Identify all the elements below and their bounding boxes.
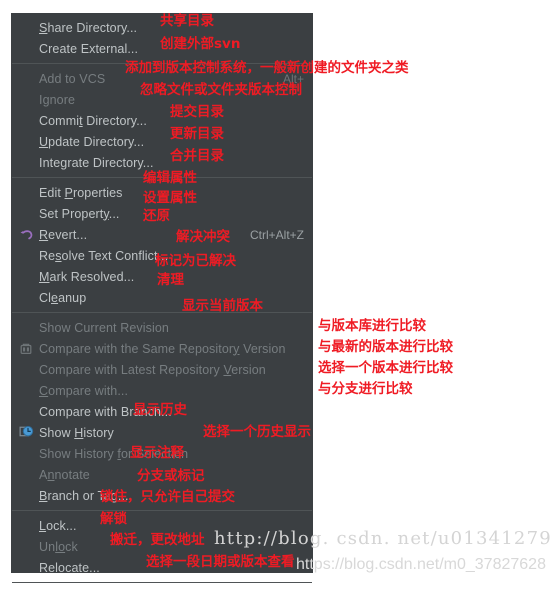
menu-icon-placeholder <box>17 20 35 36</box>
menu-item-label: Show History <box>39 425 114 440</box>
menu-item-compare-with: Compare with... <box>12 380 312 401</box>
menu-icon-placeholder <box>17 71 35 87</box>
menu-item-label: Edit Properties <box>39 185 123 200</box>
menu-item-label: Compare with Latest Repository Version <box>39 362 266 377</box>
menu-icon-placeholder <box>17 467 35 483</box>
annotation-text: 还原 <box>143 208 170 224</box>
menu-item-label: Lock... <box>39 518 77 533</box>
annotation-text: 选择一个历史显示 <box>203 424 311 440</box>
menu-icon-placeholder <box>17 518 35 534</box>
annotation-text: 添加到版本控制系统，一般新创建的文件夹之类 <box>125 60 409 76</box>
annotation-text: 显示历史 <box>133 402 187 418</box>
menu-item-compare-with-latest-repository-version: Compare with Latest Repository Version <box>12 359 312 380</box>
menu-icon-placeholder <box>17 185 35 201</box>
annotation-text: 设置属性 <box>143 190 197 206</box>
menu-icon-placeholder <box>17 113 35 129</box>
annotation-text: 显示注释 <box>130 445 184 461</box>
menu-icon-placeholder <box>17 41 35 57</box>
menu-icon-placeholder <box>17 290 35 306</box>
menu-item-label: Ignore <box>39 92 76 107</box>
menu-icon-placeholder <box>17 248 35 264</box>
menu-icon-placeholder <box>17 383 35 399</box>
watermark-line-1: http://blog. csdn. net/u013412790 <box>214 528 550 549</box>
menu-icon-placeholder <box>17 404 35 420</box>
menu-item-label: Add to VCS <box>39 71 106 86</box>
menu-item-commit-directory[interactable]: Commit Directory... <box>12 110 312 131</box>
annotation-text: 与版本库进行比较 <box>318 318 426 334</box>
menu-item-compare-with-the-same-repository-version: Compare with the Same Repository Version <box>12 338 312 359</box>
annotation-text: 分支或标记 <box>137 468 205 484</box>
menu-item-label: Unlock <box>39 539 78 554</box>
annotation-text: 显示当前版本 <box>182 298 263 314</box>
menu-item-label: Cleanup <box>39 290 87 305</box>
menu-icon-placeholder <box>17 362 35 378</box>
annotation-text: 标记为已解决 <box>155 253 236 269</box>
annotation-text: 解锁 <box>100 511 127 527</box>
menu-item-label: Share Directory... <box>39 20 138 35</box>
annotation-text: 解决冲突 <box>176 229 230 245</box>
menu-separator <box>12 510 312 511</box>
annotation-text: 提交目录 <box>170 104 224 120</box>
menu-icon-placeholder <box>17 560 35 576</box>
annotation-text: 选择一个版本进行比较 <box>318 360 453 376</box>
menu-separator <box>12 312 312 313</box>
menu-item-update-directory[interactable]: Update Directory... <box>12 131 312 152</box>
menu-item-label: Integrate Directory... <box>39 155 154 170</box>
annotation-text: 编辑属性 <box>143 170 197 186</box>
menu-item-label: Compare with the Same Repository Version <box>39 341 286 356</box>
menu-icon-placeholder <box>17 206 35 222</box>
annotation-text: 合并目录 <box>170 148 224 164</box>
menu-icon-placeholder <box>17 134 35 150</box>
annotation-text: 创建外部svn <box>160 36 241 52</box>
annotation-text: 与最新的版本进行比较 <box>318 339 453 355</box>
menu-icon-placeholder <box>17 320 35 336</box>
menu-item-revert[interactable]: Revert... Ctrl+Alt+Z <box>12 224 312 245</box>
annotation-text: 锁住，只允许自己提交 <box>100 489 235 505</box>
menu-item-label: Set Property... <box>39 206 120 221</box>
menu-item-label: Annotate <box>39 467 90 482</box>
menu-item-label: Mark Resolved... <box>39 269 135 284</box>
menu-item-label: Commit Directory... <box>39 113 147 128</box>
menu-item-label: Compare with... <box>39 383 129 398</box>
annotation-text: 选择一段日期或版本查看 <box>146 554 295 570</box>
menu-item-cleanup[interactable]: Cleanup <box>12 287 312 308</box>
menu-icon-placeholder <box>17 539 35 555</box>
annotation-text: 清理 <box>157 272 184 288</box>
menu-item-label: Resolve Text Conflict... <box>39 248 169 263</box>
menu-separator <box>12 582 312 583</box>
menu-item-label: Create External... <box>39 41 139 56</box>
annotation-text: 忽略文件或文件夹版本控制 <box>140 82 302 98</box>
menu-item-show-current-revision: Show Current Revision <box>12 317 312 338</box>
menu-item-label: Update Directory... <box>39 134 145 149</box>
menu-icon-placeholder <box>17 155 35 171</box>
annotation-text: 搬迁，更改地址 <box>110 532 205 548</box>
menu-item-label: Relocate... <box>39 560 100 575</box>
compare-repository-icon <box>17 341 35 357</box>
show-history-clock-icon <box>17 425 35 441</box>
menu-icon-placeholder <box>17 269 35 285</box>
menu-item-label: Show Current Revision <box>39 320 169 335</box>
menu-icon-placeholder <box>17 446 35 462</box>
menu-icon-placeholder <box>17 92 35 108</box>
menu-item-label: Revert... <box>39 227 88 242</box>
annotation-text: 更新目录 <box>170 126 224 142</box>
watermark-line-2: https://blog.csdn.net/m0_37827628 <box>296 556 546 573</box>
annotation-text: 与分支进行比较 <box>318 381 413 397</box>
menu-icon-placeholder <box>17 488 35 504</box>
menu-item-shortcut: Ctrl+Alt+Z <box>249 227 304 242</box>
annotation-text: 共享目录 <box>160 13 214 29</box>
revert-undo-icon <box>17 227 35 243</box>
